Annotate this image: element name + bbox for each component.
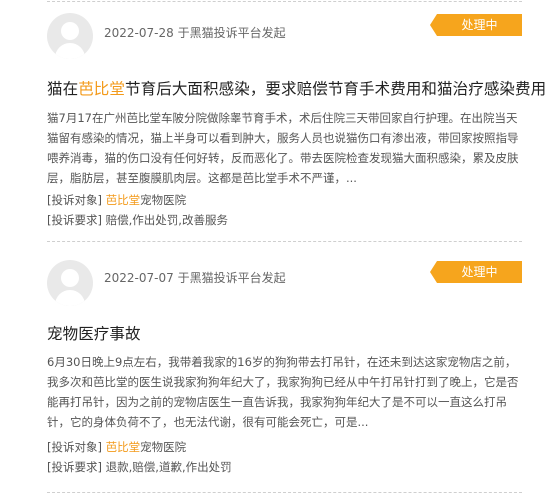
- target-highlight[interactable]: 芭比堂: [106, 440, 141, 454]
- divider: [47, 1, 522, 2]
- target-label: [投诉对象]: [47, 193, 102, 207]
- target-suffix: 宠物医院: [140, 440, 187, 454]
- complaint-demand: [投诉要求] 退款,赔偿,道歉,作出处罚: [47, 459, 232, 475]
- complaint-description: 猫7月17在广州芭比堂车陂分院做除睾节育手术，术后住院三天带回家自行护理。在出院…: [47, 111, 519, 185]
- demand-value: 退款,赔偿,道歉,作出处罚: [105, 460, 232, 474]
- avatar-body-shape: [55, 43, 85, 59]
- avatar-head-shape: [61, 22, 79, 40]
- title-prefix: 猫在: [47, 80, 79, 98]
- avatar-head-shape: [61, 269, 79, 287]
- demand-label: [投诉要求]: [47, 213, 102, 227]
- divider: [47, 241, 522, 242]
- title-suffix: 节育后大面积感染，要求赔偿节育手术费用和猫治疗感染费用: [125, 80, 547, 98]
- target-label: [投诉对象]: [47, 440, 102, 454]
- complaint-target: [投诉对象] 芭比堂宠物医院: [47, 192, 186, 208]
- complaint-source: 于黑猫投诉平台发起: [177, 271, 286, 285]
- complaint-date: 2022-07-28: [104, 26, 174, 40]
- complaint-source: 于黑猫投诉平台发起: [177, 26, 286, 40]
- title-prefix: 宠物医疗事故: [47, 325, 141, 343]
- complaint-card[interactable]: 2022-07-28 于黑猫投诉平台发起 处理中 猫在芭比堂节育后大面积感染，要…: [0, 0, 554, 246]
- status-badge: 处理中: [430, 261, 522, 283]
- complaint-demand: [投诉要求] 赔偿,作出处罚,改善服务: [47, 212, 228, 228]
- divider: [47, 492, 522, 493]
- avatar: [47, 13, 93, 59]
- complaint-title[interactable]: 猫在芭比堂节育后大面积感染，要求赔偿节育手术费用和猫治疗感染费用: [47, 77, 546, 99]
- demand-label: [投诉要求]: [47, 460, 102, 474]
- complaint-title[interactable]: 宠物医疗事故: [47, 322, 141, 344]
- complaint-description: 6月30日晚上9点左右，我带着我家的16岁的狗狗带去打吊针，在还未到达这家宠物店…: [47, 355, 519, 429]
- avatar-body-shape: [55, 290, 85, 306]
- demand-value: 赔偿,作出处罚,改善服务: [105, 213, 228, 227]
- complaint-meta: 2022-07-07 于黑猫投诉平台发起: [104, 269, 286, 286]
- status-badge: 处理中: [430, 14, 522, 36]
- complaint-meta: 2022-07-28 于黑猫投诉平台发起: [104, 24, 286, 41]
- complaint-date: 2022-07-07: [104, 271, 174, 285]
- complaint-target: [投诉对象] 芭比堂宠物医院: [47, 439, 186, 455]
- target-highlight[interactable]: 芭比堂: [106, 193, 141, 207]
- title-highlight: 芭比堂: [78, 80, 126, 98]
- complaint-card[interactable]: 2022-07-07 于黑猫投诉平台发起 处理中 宠物医疗事故 6月30日晚上9…: [0, 246, 554, 496]
- target-suffix: 宠物医院: [140, 193, 187, 207]
- avatar: [47, 260, 93, 306]
